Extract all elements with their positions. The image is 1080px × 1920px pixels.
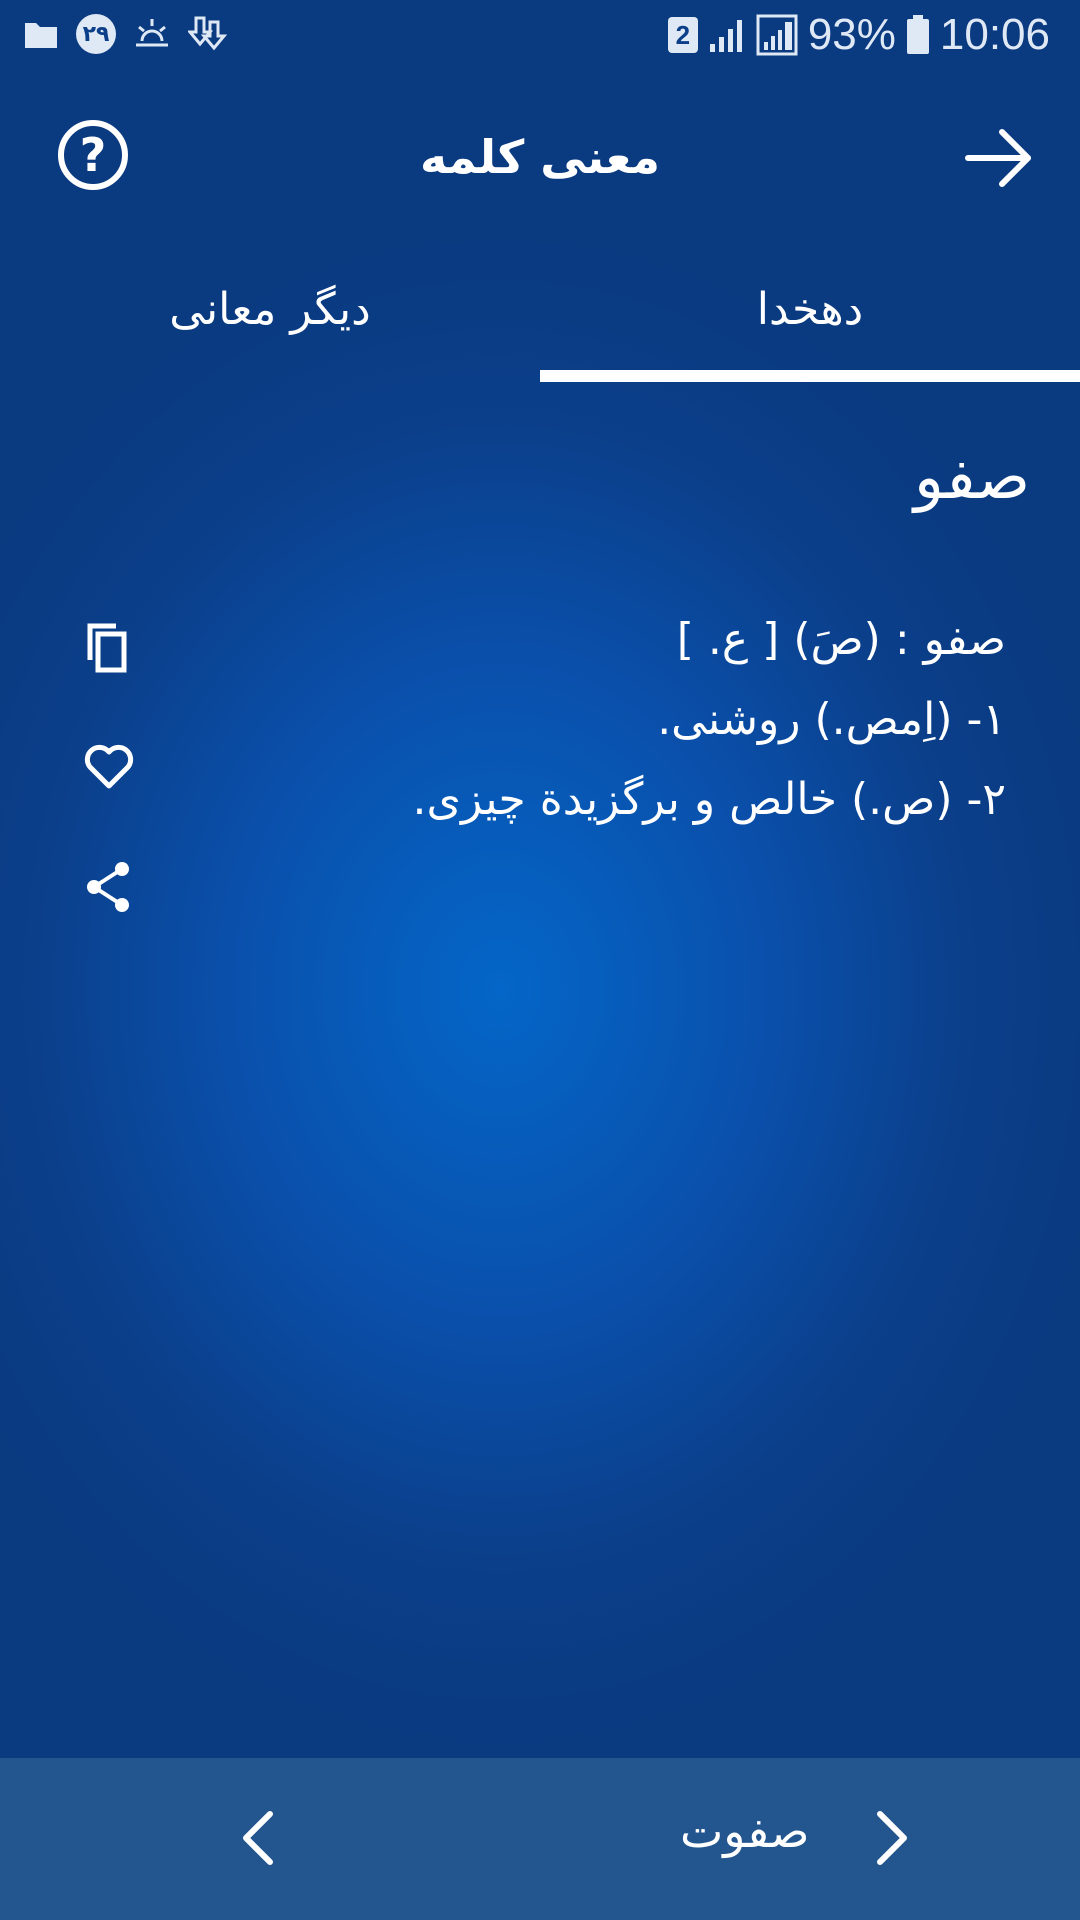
download-icon [188, 16, 228, 51]
sim-slot-badge: 2 [667, 17, 698, 53]
status-bar: ۲۹ 2 93% 10:06 [0, 0, 1080, 75]
copy-icon[interactable] [84, 620, 134, 674]
tab-other-meanings[interactable]: دیگر معانی [0, 284, 540, 335]
back-arrow-icon[interactable] [964, 128, 1034, 188]
battery-icon [906, 15, 929, 54]
headword: صفو [913, 440, 1030, 513]
status-bar-right: 2 93% 10:06 [667, 10, 1050, 60]
signal-box-icon [756, 14, 798, 56]
definition-text: صفو : (صَ) [ ع. ] ۱- (اِمص.) روشنی. ۲- (… [206, 600, 1006, 840]
notification-count-badge: ۲۹ [76, 14, 116, 54]
share-icon[interactable] [84, 860, 134, 914]
definition-line: صفو : (صَ) [ ع. ] [676, 614, 1006, 665]
battery-percent: 93% [807, 10, 896, 59]
chevron-left-icon[interactable] [230, 1808, 290, 1868]
page-title: معنی کلمه [419, 130, 661, 184]
bottom-nav-bar: صفوت [0, 1758, 1080, 1920]
folder-icon [25, 23, 57, 48]
definition-line: ۱- (اِمص.) روشنی. [657, 694, 1006, 745]
heart-icon[interactable] [84, 740, 134, 794]
next-word-label[interactable]: صفوت [680, 1804, 809, 1858]
tab-dehkhoda[interactable]: دهخدا [540, 284, 1080, 335]
tab-bar: دیگر معانی دهخدا [0, 260, 1080, 385]
definition-line: ۲- (ص.) خالص و برگزیدة چیزی. [412, 774, 1006, 825]
status-bar-left: ۲۹ [24, 14, 228, 54]
clock: 10:06 [939, 10, 1050, 59]
weather-sunrise-icon [136, 19, 168, 47]
chevron-right-icon[interactable] [860, 1808, 920, 1868]
signal-icon [709, 20, 742, 52]
tab-selected-indicator [540, 370, 1080, 382]
app-bar: ? معنی کلمه [0, 90, 1080, 220]
